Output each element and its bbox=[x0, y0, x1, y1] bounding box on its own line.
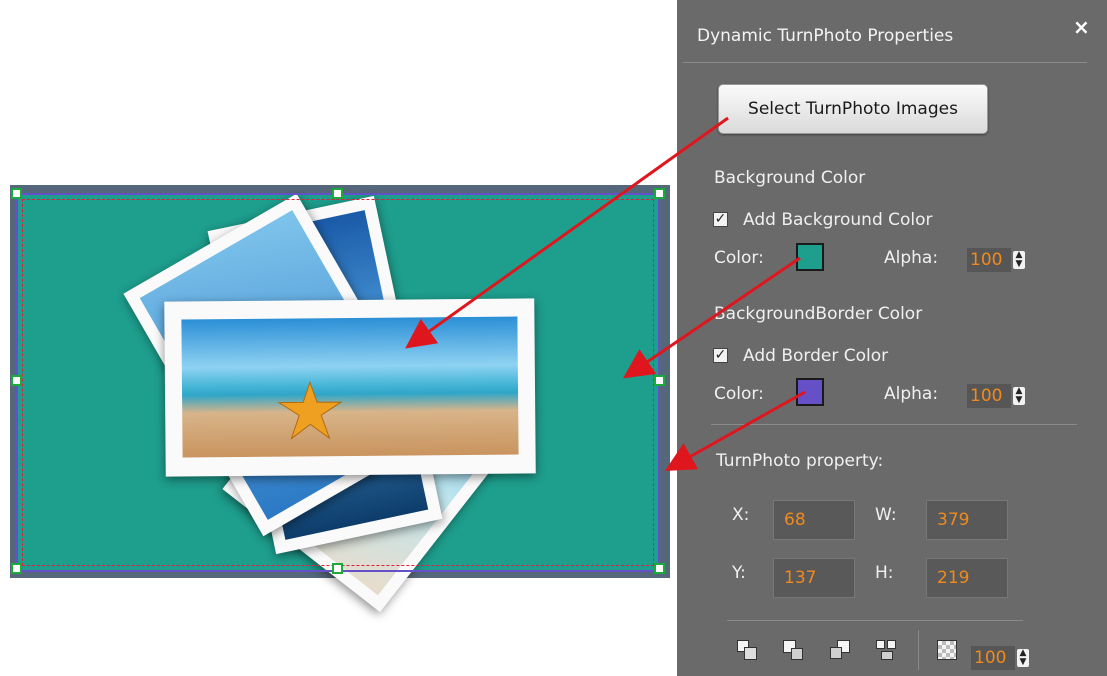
x-label: X: bbox=[732, 505, 750, 525]
add-background-color-checkbox[interactable]: ✓ bbox=[713, 212, 728, 227]
turnphoto-canvas[interactable] bbox=[10, 185, 670, 613]
bring-forward-icon[interactable] bbox=[783, 640, 803, 660]
background-color-label: Color: bbox=[714, 248, 764, 268]
y-label: Y: bbox=[732, 563, 746, 583]
transparency-icon[interactable] bbox=[937, 640, 957, 660]
border-alpha-value[interactable]: 100 bbox=[967, 384, 1011, 408]
opacity-value[interactable]: 100 bbox=[971, 646, 1015, 670]
spinner-arrows-icon[interactable]: ▲ ▼ bbox=[1013, 251, 1025, 269]
resize-handle-bottom-center[interactable] bbox=[332, 563, 343, 574]
bring-to-front-icon[interactable] bbox=[737, 640, 757, 660]
add-border-color-checkbox[interactable]: ✓ bbox=[713, 348, 728, 363]
toolbar-separator bbox=[918, 630, 919, 670]
background-color-swatch[interactable] bbox=[796, 243, 824, 271]
background-border-color-heading: BackgroundBorder Color bbox=[714, 304, 923, 324]
divider bbox=[711, 424, 1077, 425]
resize-handle-bottom-left[interactable] bbox=[11, 563, 22, 574]
opacity-stepper[interactable]: 100 ▲ ▼ bbox=[971, 646, 1033, 670]
border-alpha-stepper[interactable]: 100 ▲ ▼ bbox=[967, 384, 1029, 408]
spinner-arrows-icon[interactable]: ▲ ▼ bbox=[1017, 649, 1029, 667]
background-alpha-stepper[interactable]: 100 ▲ ▼ bbox=[967, 248, 1029, 272]
resize-handle-top-right[interactable] bbox=[654, 188, 665, 199]
resize-handle-middle-left[interactable] bbox=[11, 375, 22, 386]
send-to-back-icon[interactable] bbox=[876, 640, 896, 660]
resize-handle-middle-right[interactable] bbox=[654, 375, 665, 386]
resize-handle-bottom-right[interactable] bbox=[654, 563, 665, 574]
send-backward-icon[interactable] bbox=[830, 640, 850, 660]
add-background-color-label: Add Background Color bbox=[743, 210, 933, 230]
w-field[interactable]: 379 bbox=[926, 500, 1008, 540]
properties-panel: Dynamic TurnPhoto Properties × Select Tu… bbox=[677, 0, 1107, 676]
background-alpha-value[interactable]: 100 bbox=[967, 248, 1011, 272]
selection-outline bbox=[22, 199, 654, 566]
add-border-color-label: Add Border Color bbox=[743, 346, 889, 366]
h-label: H: bbox=[875, 563, 894, 583]
close-icon[interactable]: × bbox=[1073, 15, 1090, 39]
spinner-arrows-icon[interactable]: ▲ ▼ bbox=[1013, 387, 1025, 405]
background-alpha-label: Alpha: bbox=[884, 248, 939, 268]
x-field[interactable]: 68 bbox=[773, 500, 855, 540]
h-field[interactable]: 219 bbox=[926, 558, 1008, 598]
select-turnphoto-images-button[interactable]: Select TurnPhoto Images bbox=[718, 84, 988, 134]
divider bbox=[727, 620, 1023, 621]
w-label: W: bbox=[875, 505, 897, 525]
background-color-heading: Background Color bbox=[714, 168, 866, 188]
divider bbox=[683, 62, 1087, 63]
border-alpha-label: Alpha: bbox=[884, 384, 939, 404]
resize-handle-top-left[interactable] bbox=[11, 188, 22, 199]
border-color-label: Color: bbox=[714, 384, 764, 404]
y-field[interactable]: 137 bbox=[773, 558, 855, 598]
panel-title: Dynamic TurnPhoto Properties bbox=[697, 26, 954, 46]
border-color-swatch[interactable] bbox=[796, 378, 824, 406]
resize-handle-top-center[interactable] bbox=[332, 188, 343, 199]
turnphoto-property-heading: TurnPhoto property: bbox=[716, 451, 884, 471]
